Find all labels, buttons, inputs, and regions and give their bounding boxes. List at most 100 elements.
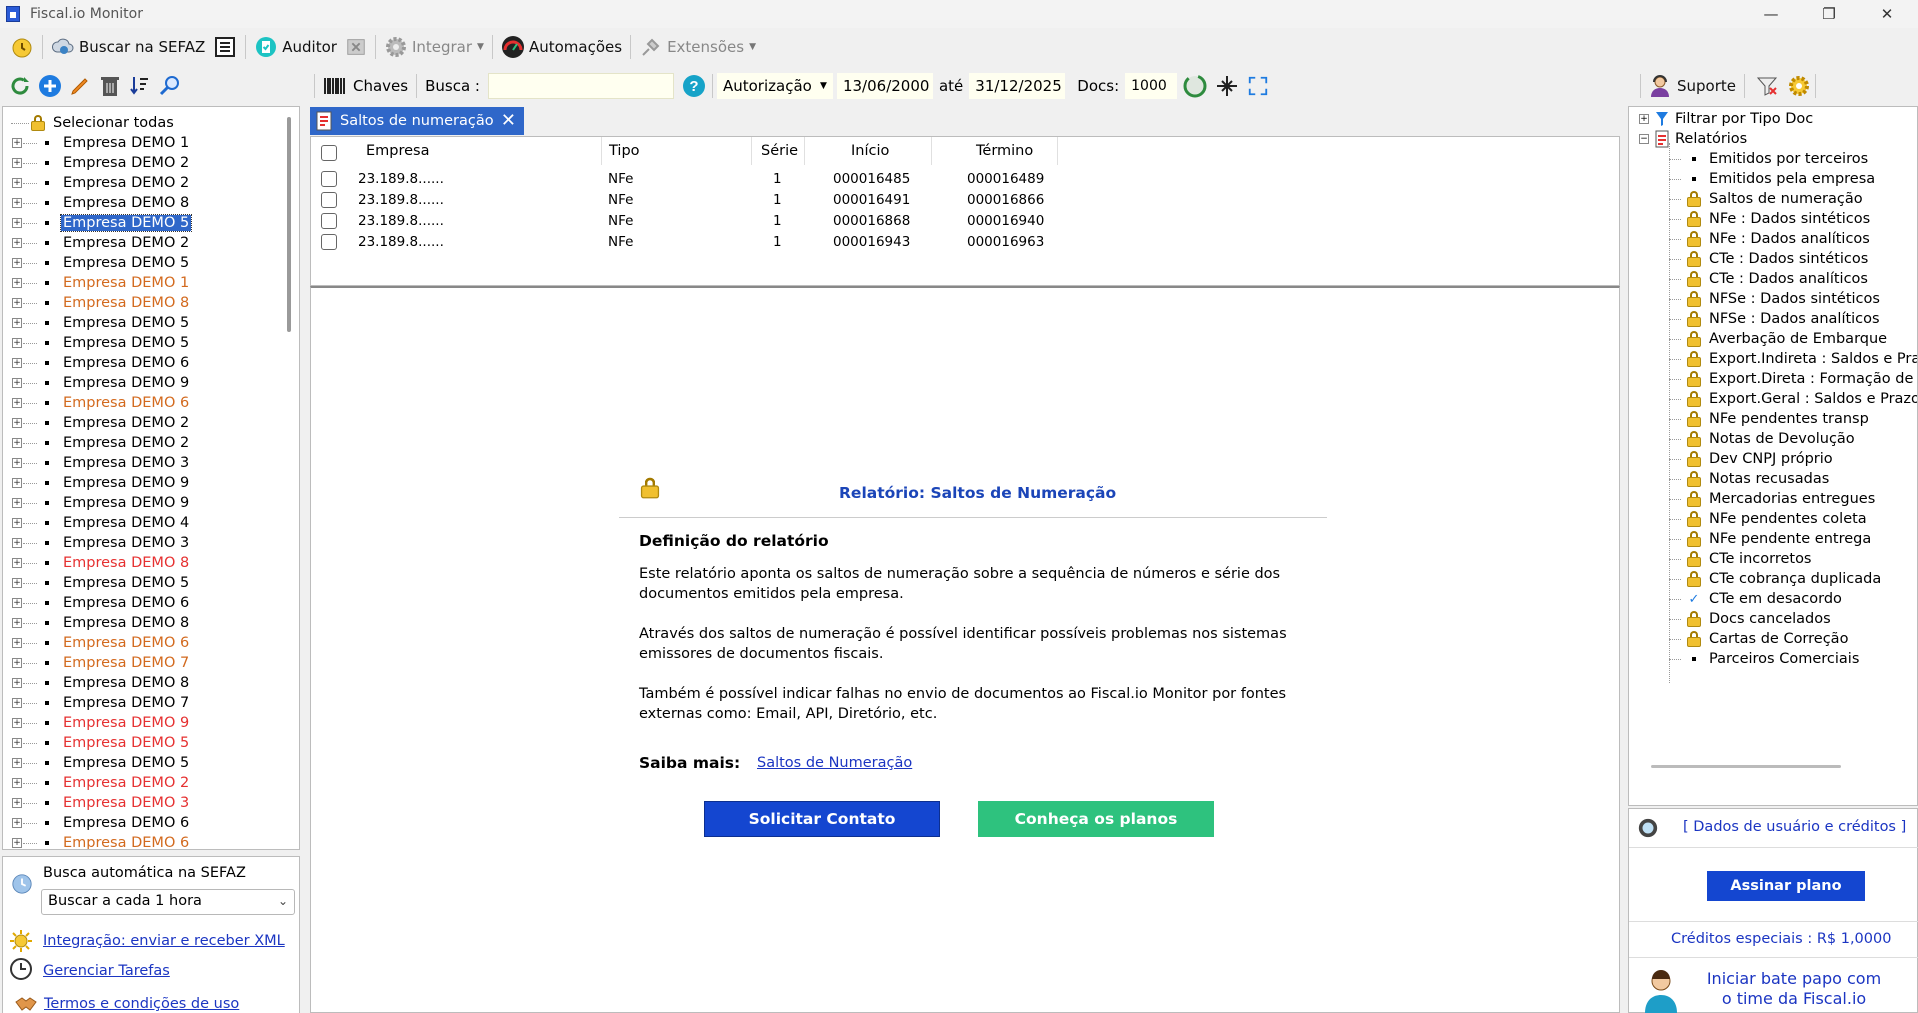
termos-link[interactable]: Termos e condições de uso xyxy=(44,996,239,1012)
company-row[interactable]: + Empresa DEMO 8 xyxy=(3,613,283,633)
expand-icon[interactable]: + xyxy=(12,318,22,328)
col-termino-header[interactable]: Término xyxy=(976,143,1033,159)
row-checkbox[interactable] xyxy=(321,171,337,187)
report-item[interactable]: Docs cancelados xyxy=(1669,609,1831,629)
company-row[interactable]: + Empresa DEMO 6 xyxy=(3,393,283,413)
auditor-button[interactable]: Auditor xyxy=(250,32,341,62)
company-row[interactable]: + Empresa DEMO 9 xyxy=(3,373,283,393)
company-row[interactable]: + Empresa DEMO 8 xyxy=(3,553,283,573)
report-item[interactable]: ✓ CTe em desacordo xyxy=(1669,589,1842,609)
suporte-button[interactable]: Suporte xyxy=(1645,71,1740,101)
busca-input[interactable] xyxy=(487,73,674,99)
company-row[interactable]: + Empresa DEMO 5 xyxy=(3,213,283,233)
minimize-button[interactable]: — xyxy=(1742,0,1800,28)
report-item[interactable]: Cartas de Correção xyxy=(1669,629,1848,649)
company-row[interactable]: + Empresa DEMO 2 xyxy=(3,153,283,173)
expand-icon[interactable]: + xyxy=(12,198,22,208)
report-item[interactable]: CTe incorretos xyxy=(1669,549,1812,569)
buscar-sefaz-button[interactable]: Buscar na SEFAZ xyxy=(47,32,209,62)
expand-icon[interactable]: + xyxy=(12,458,22,468)
expand-icon[interactable]: + xyxy=(12,398,22,408)
expand-icon[interactable]: + xyxy=(12,338,22,348)
company-row[interactable]: + Empresa DEMO 2 xyxy=(3,173,283,193)
expand-icon[interactable]: + xyxy=(12,798,22,808)
extensoes-menu[interactable]: Extensões ▼ xyxy=(635,32,760,62)
expand-icon[interactable]: + xyxy=(12,538,22,548)
pencil-icon[interactable] xyxy=(68,74,92,98)
row-checkbox[interactable] xyxy=(321,213,337,229)
col-serie-header[interactable]: Série xyxy=(761,143,798,159)
company-row[interactable]: + Empresa DEMO 2 xyxy=(3,433,283,453)
company-row[interactable]: + Empresa DEMO 9 xyxy=(3,713,283,733)
select-all-row[interactable]: Selecionar todas xyxy=(3,113,283,133)
expand-icon[interactable]: + xyxy=(12,758,22,768)
company-row[interactable]: + Empresa DEMO 6 xyxy=(3,833,283,849)
interval-select[interactable]: Buscar a cada 1 hora ⌄ xyxy=(41,889,295,915)
integracao-link[interactable]: Integração: enviar e receber XML xyxy=(43,933,285,949)
company-row[interactable]: + Empresa DEMO 7 xyxy=(3,653,283,673)
report-item[interactable]: NFe : Dados sintéticos xyxy=(1669,209,1870,229)
tree-scrollbar[interactable] xyxy=(287,117,291,332)
relatorios-node[interactable]: − Relatórios xyxy=(1639,129,1747,149)
expand-icon[interactable]: + xyxy=(12,138,22,148)
list-view-button[interactable] xyxy=(209,32,241,62)
integrar-menu[interactable]: Integrar ▼ xyxy=(380,32,488,62)
expand-icon[interactable]: + xyxy=(12,618,22,628)
chat-line1[interactable]: Iniciar bate papo com xyxy=(1699,969,1889,988)
maximize-button[interactable]: ❐ xyxy=(1800,0,1858,28)
close-button[interactable]: ✕ xyxy=(1858,0,1916,28)
expand-icon[interactable]: + xyxy=(12,438,22,448)
row-checkbox[interactable] xyxy=(321,234,337,250)
expand-icon[interactable]: + xyxy=(12,698,22,708)
search-icon[interactable] xyxy=(158,74,182,98)
company-row[interactable]: + Empresa DEMO 8 xyxy=(3,673,283,693)
report-item[interactable]: Export.Direta : Formação de l xyxy=(1669,369,1917,389)
docs-input[interactable]: 1000 xyxy=(1125,73,1178,99)
refresh-icon[interactable] xyxy=(8,74,32,98)
report-item[interactable]: NFSe : Dados sintéticos xyxy=(1669,289,1880,309)
trash-icon[interactable] xyxy=(98,74,122,98)
select-all-checkbox[interactable] xyxy=(321,145,337,161)
report-item[interactable]: Averbação de Embarque xyxy=(1669,329,1887,349)
company-row[interactable]: + Empresa DEMO 5 xyxy=(3,573,283,593)
expand-icon[interactable]: + xyxy=(12,558,22,568)
chat-line2[interactable]: o time da Fiscal.io xyxy=(1699,989,1889,1008)
company-row[interactable]: + Empresa DEMO 2 xyxy=(3,413,283,433)
company-row[interactable]: + Empresa DEMO 9 xyxy=(3,473,283,493)
expand-icon[interactable]: + xyxy=(12,738,22,748)
report-item[interactable]: NFSe : Dados analíticos xyxy=(1669,309,1880,329)
report-item[interactable]: CTe : Dados sintéticos xyxy=(1669,249,1868,269)
expand-icon[interactable]: + xyxy=(12,518,22,528)
export-button[interactable] xyxy=(341,32,371,62)
report-item[interactable]: CTe : Dados analíticos xyxy=(1669,269,1868,289)
expand-icon[interactable]: + xyxy=(12,218,22,228)
company-row[interactable]: + Empresa DEMO 3 xyxy=(3,533,283,553)
clear-filter-icon[interactable] xyxy=(1755,74,1779,98)
company-row[interactable]: + Empresa DEMO 6 xyxy=(3,633,283,653)
fullscreen-icon[interactable] xyxy=(1247,75,1269,97)
saiba-mais-link[interactable]: Saltos de Numeração xyxy=(757,755,912,771)
company-row[interactable]: + Empresa DEMO 6 xyxy=(3,813,283,833)
autorizacao-select[interactable]: Autorização ▼ xyxy=(716,73,833,99)
company-row[interactable]: + Empresa DEMO 7 xyxy=(3,693,283,713)
report-item[interactable]: Notas de Devolução xyxy=(1669,429,1855,449)
report-item[interactable]: Mercadorias entregues xyxy=(1669,489,1875,509)
add-icon[interactable] xyxy=(38,74,62,98)
company-row[interactable]: + Empresa DEMO 3 xyxy=(3,793,283,813)
expand-icon[interactable]: + xyxy=(12,358,22,368)
expand-icon[interactable]: + xyxy=(12,678,22,688)
expand-icon[interactable]: + xyxy=(12,378,22,388)
company-row[interactable]: + Empresa DEMO 1 xyxy=(3,133,283,153)
expand-icon[interactable]: + xyxy=(12,418,22,428)
company-row[interactable]: + Empresa DEMO 5 xyxy=(3,253,283,273)
date-to-input[interactable]: 31/12/2025 xyxy=(969,73,1066,99)
report-item[interactable]: Parceiros Comerciais xyxy=(1669,649,1859,669)
expand-icon[interactable]: + xyxy=(12,818,22,828)
col-tipo-header[interactable]: Tipo xyxy=(609,143,640,159)
automacoes-button[interactable]: Automações xyxy=(497,32,626,62)
report-item[interactable]: Saltos de numeração xyxy=(1669,189,1863,209)
date-from-input[interactable]: 13/06/2000 xyxy=(836,73,933,99)
company-row[interactable]: + Empresa DEMO 8 xyxy=(3,193,283,213)
company-row[interactable]: + Empresa DEMO 2 xyxy=(3,773,283,793)
expand-icon[interactable]: + xyxy=(12,498,22,508)
